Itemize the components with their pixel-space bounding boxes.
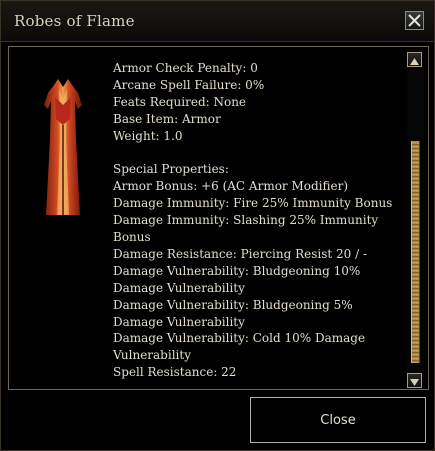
close-button[interactable]: Close	[250, 397, 426, 443]
special-property-line: Damage Vulnerability: Bludgeoning 5%	[113, 297, 353, 312]
special-property-line: Damage Immunity: Fire 25% Immunity Bonus	[113, 196, 393, 211]
property-line: Arcane Spell Failure: 0%	[113, 77, 265, 92]
triangle-up-icon	[410, 58, 419, 65]
special-property-line: Damage Vulnerability: Cold 10% Damage	[113, 331, 366, 346]
scroll-up-button[interactable]	[407, 52, 422, 67]
scrollbar-thumb[interactable]	[411, 141, 420, 363]
triangle-down-icon	[410, 379, 419, 386]
vertical-scrollbar[interactable]	[407, 49, 424, 388]
special-property-line: Damage Resistance: Piercing Resist 20 / …	[113, 246, 368, 261]
special-property-line: Damage Vulnerability: Bludgeoning 10%	[113, 263, 361, 278]
title-bar[interactable]: Robes of Flame	[1, 1, 434, 42]
special-property-line: Damage Vulnerability	[113, 314, 245, 329]
item-info-window: Robes of Flame Armor Check Penalty: 0 Ar…	[0, 0, 435, 451]
robe-icon	[44, 79, 82, 215]
close-icon	[408, 14, 421, 27]
item-description-panel: Armor Check Penalty: 0 Arcane Spell Fail…	[8, 46, 429, 390]
property-line: Weight: 1.0	[113, 128, 183, 143]
window-title: Robes of Flame	[14, 12, 135, 30]
special-property-line: Damage Vulnerability	[113, 280, 245, 295]
special-property-line: Armor Bonus: +6 (AC Armor Modifier)	[113, 179, 349, 194]
close-window-button[interactable]	[405, 11, 424, 30]
special-property-line: Vulnerability	[113, 348, 191, 363]
special-property-line: Spell Resistance: 22	[113, 365, 237, 380]
property-line: Feats Required: None	[113, 94, 247, 109]
scroll-down-button[interactable]	[407, 373, 422, 388]
item-properties-text: Armor Check Penalty: 0 Arcane Spell Fail…	[113, 60, 403, 381]
special-properties-heading: Special Properties:	[113, 162, 229, 177]
property-line: Base Item: Armor	[113, 111, 221, 126]
special-property-line: Damage Immunity: Slashing 25% Immunity	[113, 213, 379, 228]
special-property-line: Bonus	[113, 230, 151, 245]
property-line: Armor Check Penalty: 0	[113, 61, 258, 75]
